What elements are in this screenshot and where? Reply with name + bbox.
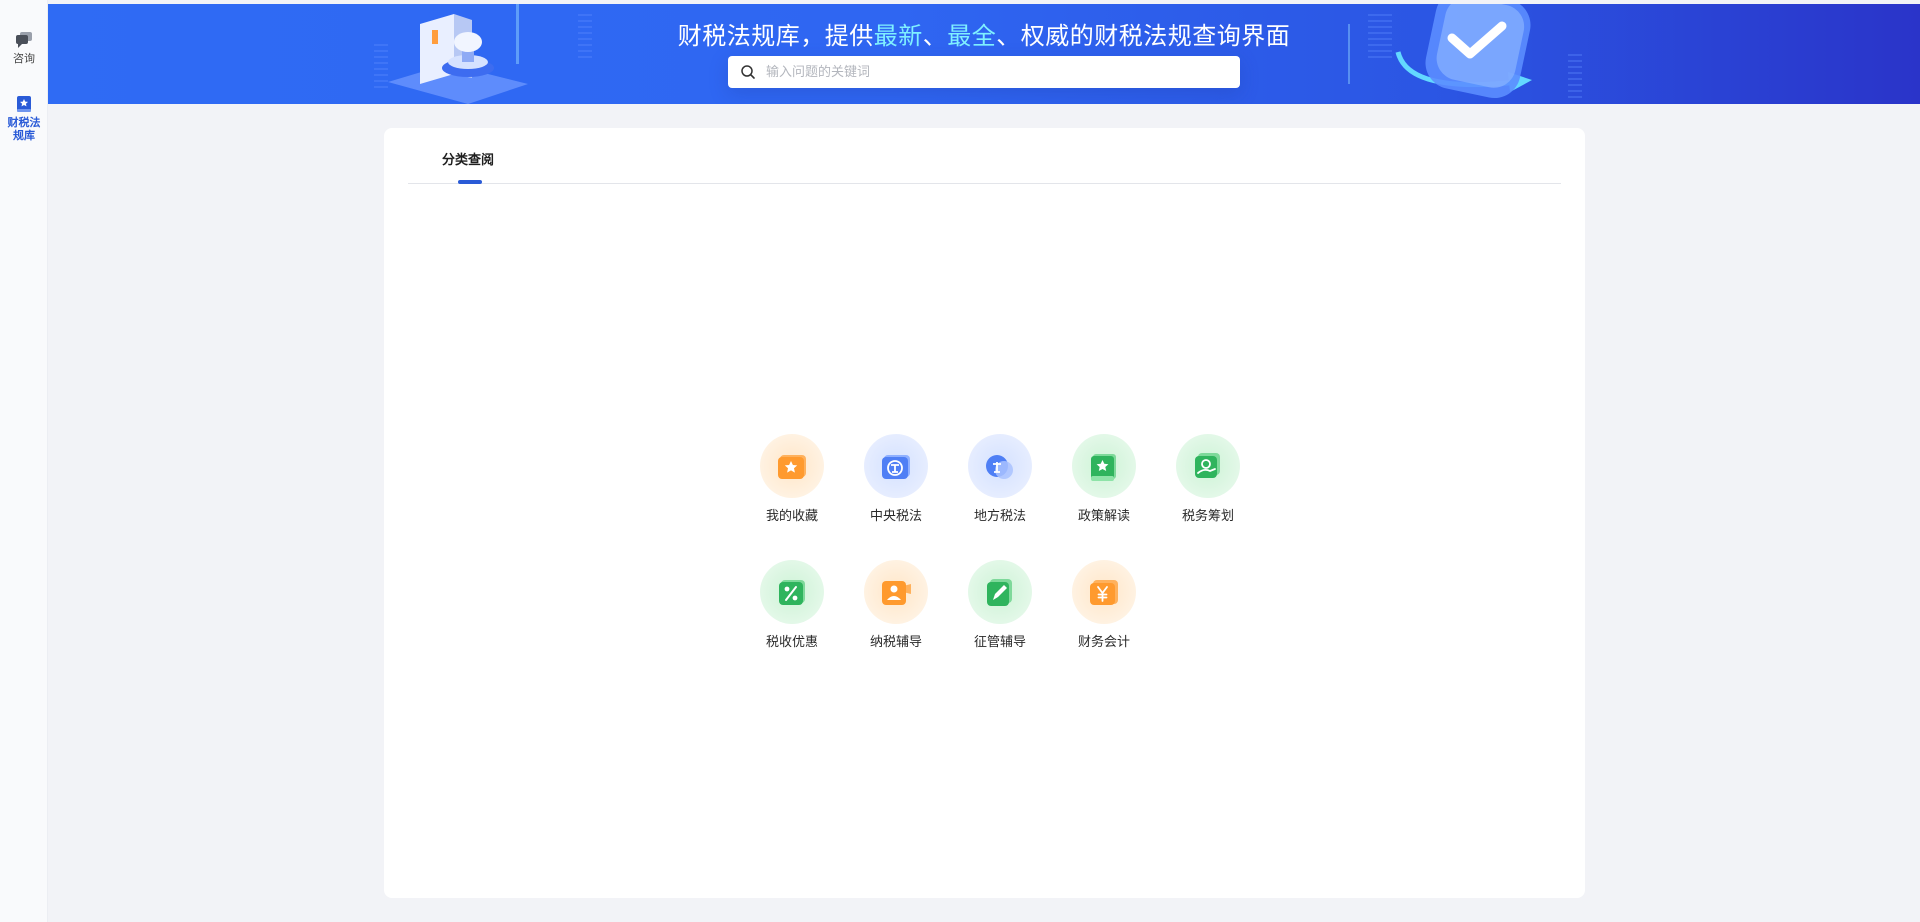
tab-bar: 分类查阅 <box>408 128 1561 184</box>
category-label: 财务会计 <box>1077 635 1130 650</box>
category-label: 地方税法 <box>973 509 1026 524</box>
search-box[interactable] <box>728 56 1240 88</box>
category-label: 纳税辅导 <box>869 635 922 650</box>
category-icon-bg <box>968 560 1032 624</box>
policy-book-icon <box>1091 454 1116 481</box>
category-central-tax-law[interactable]: 中央税法 <box>844 434 948 534</box>
category-label: 税务筹划 <box>1181 509 1234 524</box>
sidebar-item-law-library[interactable]: 财税法规库 <box>0 94 48 142</box>
tab-category-browse[interactable]: 分类查阅 <box>442 149 494 168</box>
category-my-favorites[interactable]: 我的收藏 <box>740 434 844 534</box>
main-card: 分类查阅 我的收藏 中央税法 地方税法 政策解读 税务筹划 税收优惠 纳税辅导 … <box>384 128 1585 898</box>
category-icon-bg <box>968 434 1032 498</box>
category-icon-bg <box>864 434 928 498</box>
law-book-icon <box>17 96 31 112</box>
category-label: 我的收藏 <box>765 509 818 524</box>
category-icon-bg <box>1072 434 1136 498</box>
category-label: 税收优惠 <box>765 635 818 650</box>
category-financial-accounting[interactable]: 财务会计 <box>1052 560 1156 660</box>
category-policy-interpretation[interactable]: 政策解读 <box>1052 434 1156 534</box>
banner-title-prefix: 财税法规库，提供 <box>677 22 874 50</box>
banner-title-separator: 、 <box>922 22 948 50</box>
category-icon-bg <box>760 560 824 624</box>
chat-bubbles-icon <box>16 32 32 48</box>
search-input[interactable] <box>766 57 1226 87</box>
category-label: 政策解读 <box>1077 509 1130 524</box>
percent-icon <box>779 580 805 605</box>
category-local-tax-law[interactable]: 地方税法 <box>948 434 1052 534</box>
local-tax-law-icon <box>986 455 1013 479</box>
category-icon-bg <box>1176 434 1240 498</box>
sidebar-item-label: 咨询 <box>13 52 35 65</box>
sidebar: 咨询 财税法规库 <box>0 0 48 922</box>
sidebar-item-label: 财税法规库 <box>7 116 41 142</box>
banner-title: 财税法规库，提供最新、最全、权威的财税法规查询界面 <box>48 16 1920 51</box>
banner-title-highlight-newest: 最新 <box>873 22 923 50</box>
administration-pen-icon <box>987 579 1012 606</box>
category-icon-bg <box>1072 560 1136 624</box>
search-icon <box>741 65 755 79</box>
tax-guidance-icon <box>882 581 911 605</box>
category-administration-guidance[interactable]: 征管辅导 <box>948 560 1052 660</box>
banner-title-suffix: 、权威的财税法规查询界面 <box>996 22 1291 50</box>
banner: 财税法规库，提供最新、最全、权威的财税法规查询界面 <box>48 4 1920 104</box>
category-icon-bg <box>760 434 824 498</box>
active-tab-indicator <box>458 180 482 184</box>
category-label: 征管辅导 <box>973 635 1026 650</box>
banner-title-highlight-complete: 最全 <box>947 22 997 50</box>
category-tax-incentives[interactable]: 税收优惠 <box>740 560 844 660</box>
category-label: 中央税法 <box>869 509 922 524</box>
yuan-accounting-icon <box>1090 580 1118 605</box>
category-icon-bg <box>864 560 928 624</box>
category-taxpayer-guidance[interactable]: 纳税辅导 <box>844 560 948 660</box>
central-tax-law-icon <box>882 455 910 479</box>
category-tax-planning[interactable]: 税务筹划 <box>1156 434 1260 534</box>
sidebar-item-consult[interactable]: 咨询 <box>0 30 48 65</box>
tax-planning-icon <box>1195 453 1220 478</box>
favorites-star-icon <box>778 455 806 479</box>
